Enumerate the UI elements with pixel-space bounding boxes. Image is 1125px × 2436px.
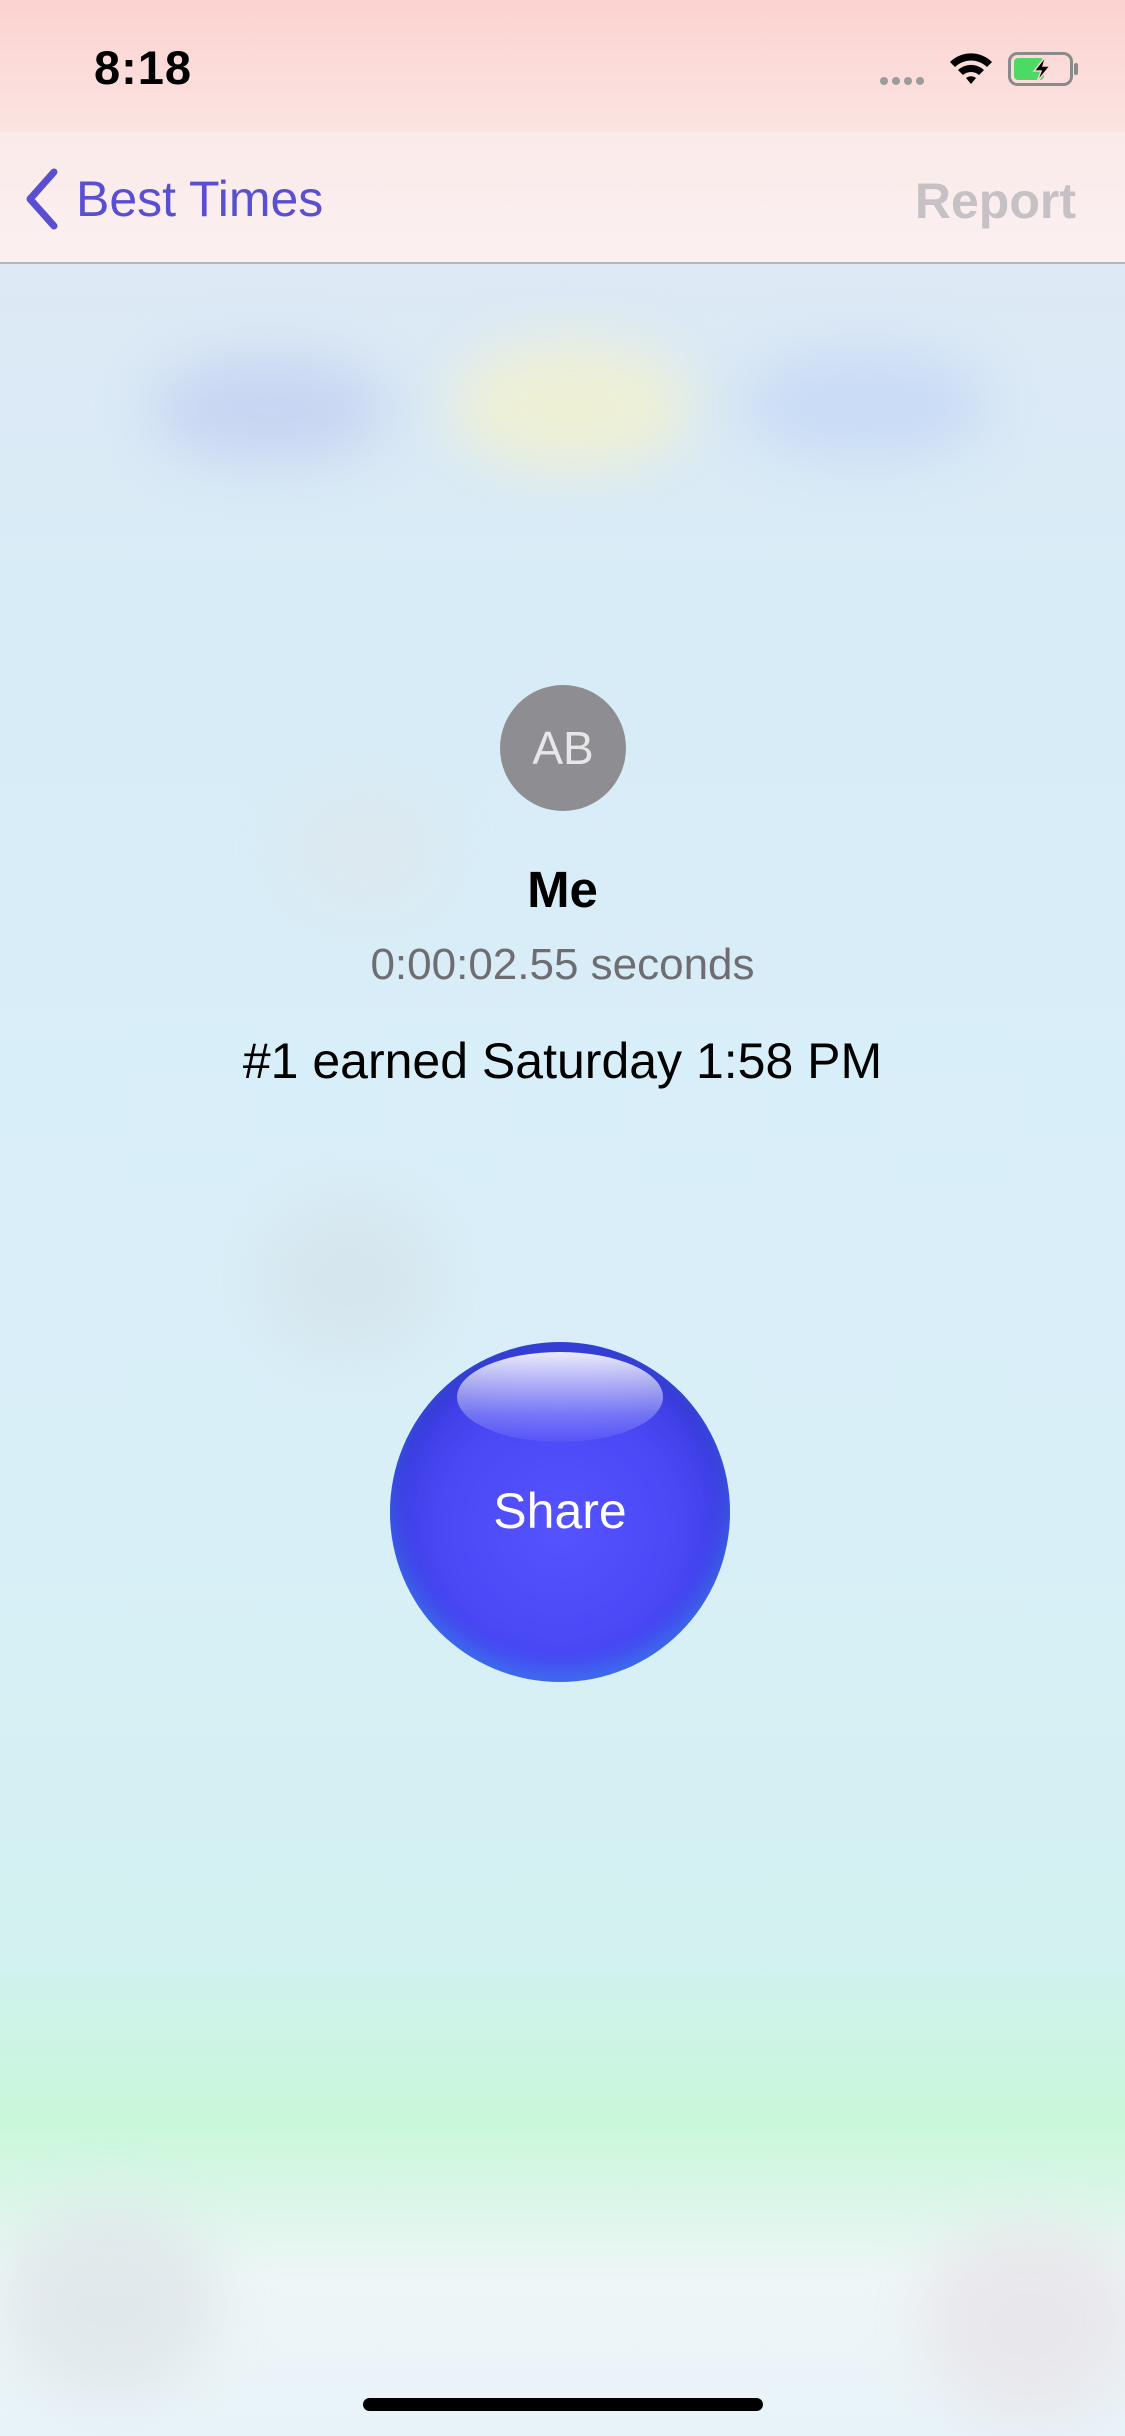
battery-charging-icon — [1008, 52, 1078, 86]
background-blob — [920, 2220, 1125, 2420]
report-button[interactable]: Report — [915, 172, 1076, 230]
background-blob — [150, 355, 390, 465]
share-button-label: Share — [493, 1483, 627, 1539]
navigation-bar: Best Times Report — [0, 132, 1125, 264]
status-bar: 8:18 — [0, 0, 1125, 132]
back-button-label: Best Times — [76, 171, 324, 227]
back-button[interactable]: Best Times — [22, 164, 323, 234]
home-indicator[interactable] — [363, 2398, 763, 2411]
button-gloss-highlight — [457, 1352, 663, 1442]
wifi-icon — [950, 53, 992, 84]
background-blob — [450, 340, 690, 470]
background-blob — [0, 2200, 220, 2400]
background-blob — [740, 350, 990, 460]
chevron-left-icon — [26, 168, 58, 230]
rank-earned-text: #1 earned Saturday 1:58 PM — [242, 1033, 883, 1089]
cellular-signal-icon — [880, 72, 928, 90]
background-blob — [260, 1200, 440, 1360]
screen: 8:18 Best Times Report AB Me 0:00:02.55 … — [0, 0, 1125, 2436]
avatar: AB — [500, 685, 626, 811]
share-button[interactable]: Share — [390, 1342, 730, 1682]
status-time: 8:18 — [94, 41, 193, 94]
best-time-value: 0:00:02.55 seconds — [370, 940, 755, 989]
player-name: Me — [527, 861, 598, 918]
